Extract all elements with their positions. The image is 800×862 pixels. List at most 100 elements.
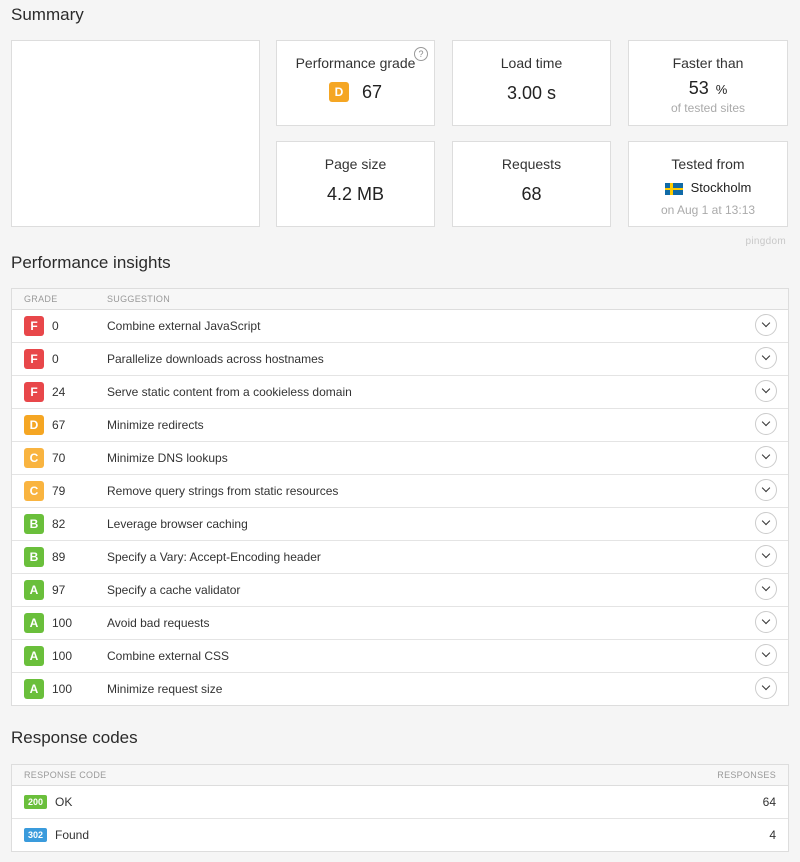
table-row[interactable]: C 79 Remove query strings from static reso… (12, 475, 788, 508)
grade-badge: C (24, 448, 44, 468)
insights-table-header: GRADE SUGGESTION (12, 289, 788, 310)
tested-from-location-wrap: Stockholm (629, 180, 787, 195)
table-row[interactable]: A 97 Specify a cache validator (12, 574, 788, 607)
grade-column-header: GRADE (24, 294, 58, 304)
requests-label: Requests (501, 156, 562, 172)
grade-score: 67 (52, 418, 66, 432)
faster-than-label: Faster than (672, 55, 744, 71)
suggestion-text: Combine external JavaScript (107, 319, 261, 333)
page-size-label: Page size (324, 156, 387, 172)
grade-badge: F (24, 349, 44, 369)
grade-score: 100 (52, 616, 73, 630)
faster-than-value-wrap: 53 % (629, 78, 787, 99)
requests-value: 68 (521, 184, 542, 204)
chevron-down-icon[interactable] (755, 644, 777, 666)
insights-title: Performance insights (11, 253, 171, 272)
performance-grade-card: ? Performance grade D 67 (276, 40, 435, 126)
table-row[interactable]: F 24 Serve static content from a cookieles… (12, 376, 788, 409)
response-count: 64 (762, 795, 776, 809)
grade-badge: A (24, 679, 44, 699)
suggestion-text: Avoid bad requests (107, 616, 210, 630)
page-size-value: 4.2 MB (326, 184, 385, 204)
performance-grade-value: D 67 (277, 81, 434, 103)
table-row[interactable]: A 100 Minimize request size (12, 673, 788, 705)
response-count: 4 (769, 828, 776, 842)
grade-score: 70 (52, 451, 66, 465)
responses-column-header: RESPONSES (717, 770, 776, 780)
pingdom-logo: pingdom (745, 236, 786, 247)
grade-badge: A (24, 580, 44, 600)
table-row[interactable]: A 100 Combine external CSS (12, 640, 788, 673)
chevron-down-icon[interactable] (755, 314, 777, 336)
grade-badge: F (24, 382, 44, 402)
faster-than-sub: of tested sites (670, 101, 746, 115)
faster-than-value: 53 (688, 78, 709, 98)
response-code-badge: 200 (24, 795, 48, 809)
grade-score: 79 (52, 484, 66, 498)
chevron-down-icon[interactable] (755, 677, 777, 699)
grade-badge: D (24, 415, 44, 435)
suggestion-text: Specify a cache validator (107, 583, 241, 597)
suggestion-text: Parallelize downloads across hostnames (107, 352, 324, 366)
response-code-text: Found (55, 828, 90, 842)
table-row[interactable]: F 0 Combine external JavaScript (12, 310, 788, 343)
table-row[interactable]: F 0 Parallelize downloads across hostnames (12, 343, 788, 376)
load-time-card: Load time 3.00 s (452, 40, 611, 126)
suggestion-text: Serve static content from a cookieless d… (107, 385, 352, 399)
tested-from-sub: on Aug 1 at 13:13 (660, 203, 756, 217)
grade-score: 0 (52, 319, 59, 333)
response-code-badge: 302 (24, 828, 48, 842)
grade-score: 97 (52, 583, 66, 597)
chevron-down-icon[interactable] (755, 578, 777, 600)
sweden-flag-icon (664, 182, 683, 195)
chevron-down-icon[interactable] (755, 479, 777, 501)
performance-grade-score: 67 (361, 81, 383, 102)
screenshot-preview (11, 40, 260, 227)
grade-badge: A (24, 613, 44, 633)
table-row: 200 OK 64 (12, 786, 788, 819)
table-row: 302 Found 4 (12, 819, 788, 851)
grade-score: 0 (52, 352, 59, 366)
chevron-down-icon[interactable] (755, 380, 777, 402)
grade-badge: B (24, 547, 44, 567)
performance-grade-label: Performance grade (295, 55, 416, 71)
faster-than-card: Faster than 53 % of tested sites (628, 40, 788, 126)
table-row[interactable]: A 100 Avoid bad requests (12, 607, 788, 640)
grade-badge: B (24, 514, 44, 534)
response-codes-title: Response codes (11, 728, 138, 747)
suggestion-text: Combine external CSS (107, 649, 230, 663)
table-row[interactable]: B 82 Leverage browser caching (12, 508, 788, 541)
grade-score: 82 (52, 517, 66, 531)
grade-score: 100 (52, 682, 73, 696)
faster-than-unit: % (715, 82, 728, 97)
chevron-down-icon[interactable] (755, 545, 777, 567)
response-code-column-header: RESPONSE CODE (24, 770, 107, 780)
grade-badge: D (328, 82, 349, 103)
suggestion-text: Minimize DNS lookups (107, 451, 228, 465)
grade-badge: F (24, 316, 44, 336)
grade-score: 24 (52, 385, 66, 399)
response-codes-table-header: RESPONSE CODE RESPONSES (12, 765, 788, 786)
chevron-down-icon[interactable] (755, 446, 777, 468)
table-row[interactable]: C 70 Minimize DNS lookups (12, 442, 788, 475)
chevron-down-icon[interactable] (755, 347, 777, 369)
chevron-down-icon[interactable] (755, 512, 777, 534)
suggestion-text: Leverage browser caching (107, 517, 248, 531)
table-row[interactable]: D 67 Minimize redirects (12, 409, 788, 442)
grade-badge: C (24, 481, 44, 501)
grade-score: 100 (52, 649, 73, 663)
tested-from-location: Stockholm (690, 180, 752, 195)
chevron-down-icon[interactable] (755, 413, 777, 435)
load-time-label: Load time (500, 55, 563, 71)
summary-title: Summary (11, 5, 84, 24)
load-time-value: 3.00 s (506, 83, 557, 103)
tested-from-card: Tested from Stockholm on Aug 1 at 13:13 (628, 141, 788, 227)
suggestion-text: Specify a Vary: Accept-Encoding header (107, 550, 321, 564)
grade-score: 89 (52, 550, 66, 564)
tested-from-label: Tested from (671, 156, 745, 172)
chevron-down-icon[interactable] (755, 611, 777, 633)
page-size-card: Page size 4.2 MB (276, 141, 435, 227)
insights-table: GRADE SUGGESTION F 0 Combine external Java… (11, 288, 789, 706)
table-row[interactable]: B 89 Specify a Vary: Accept-Encoding heade… (12, 541, 788, 574)
suggestion-text: Minimize redirects (107, 418, 204, 432)
